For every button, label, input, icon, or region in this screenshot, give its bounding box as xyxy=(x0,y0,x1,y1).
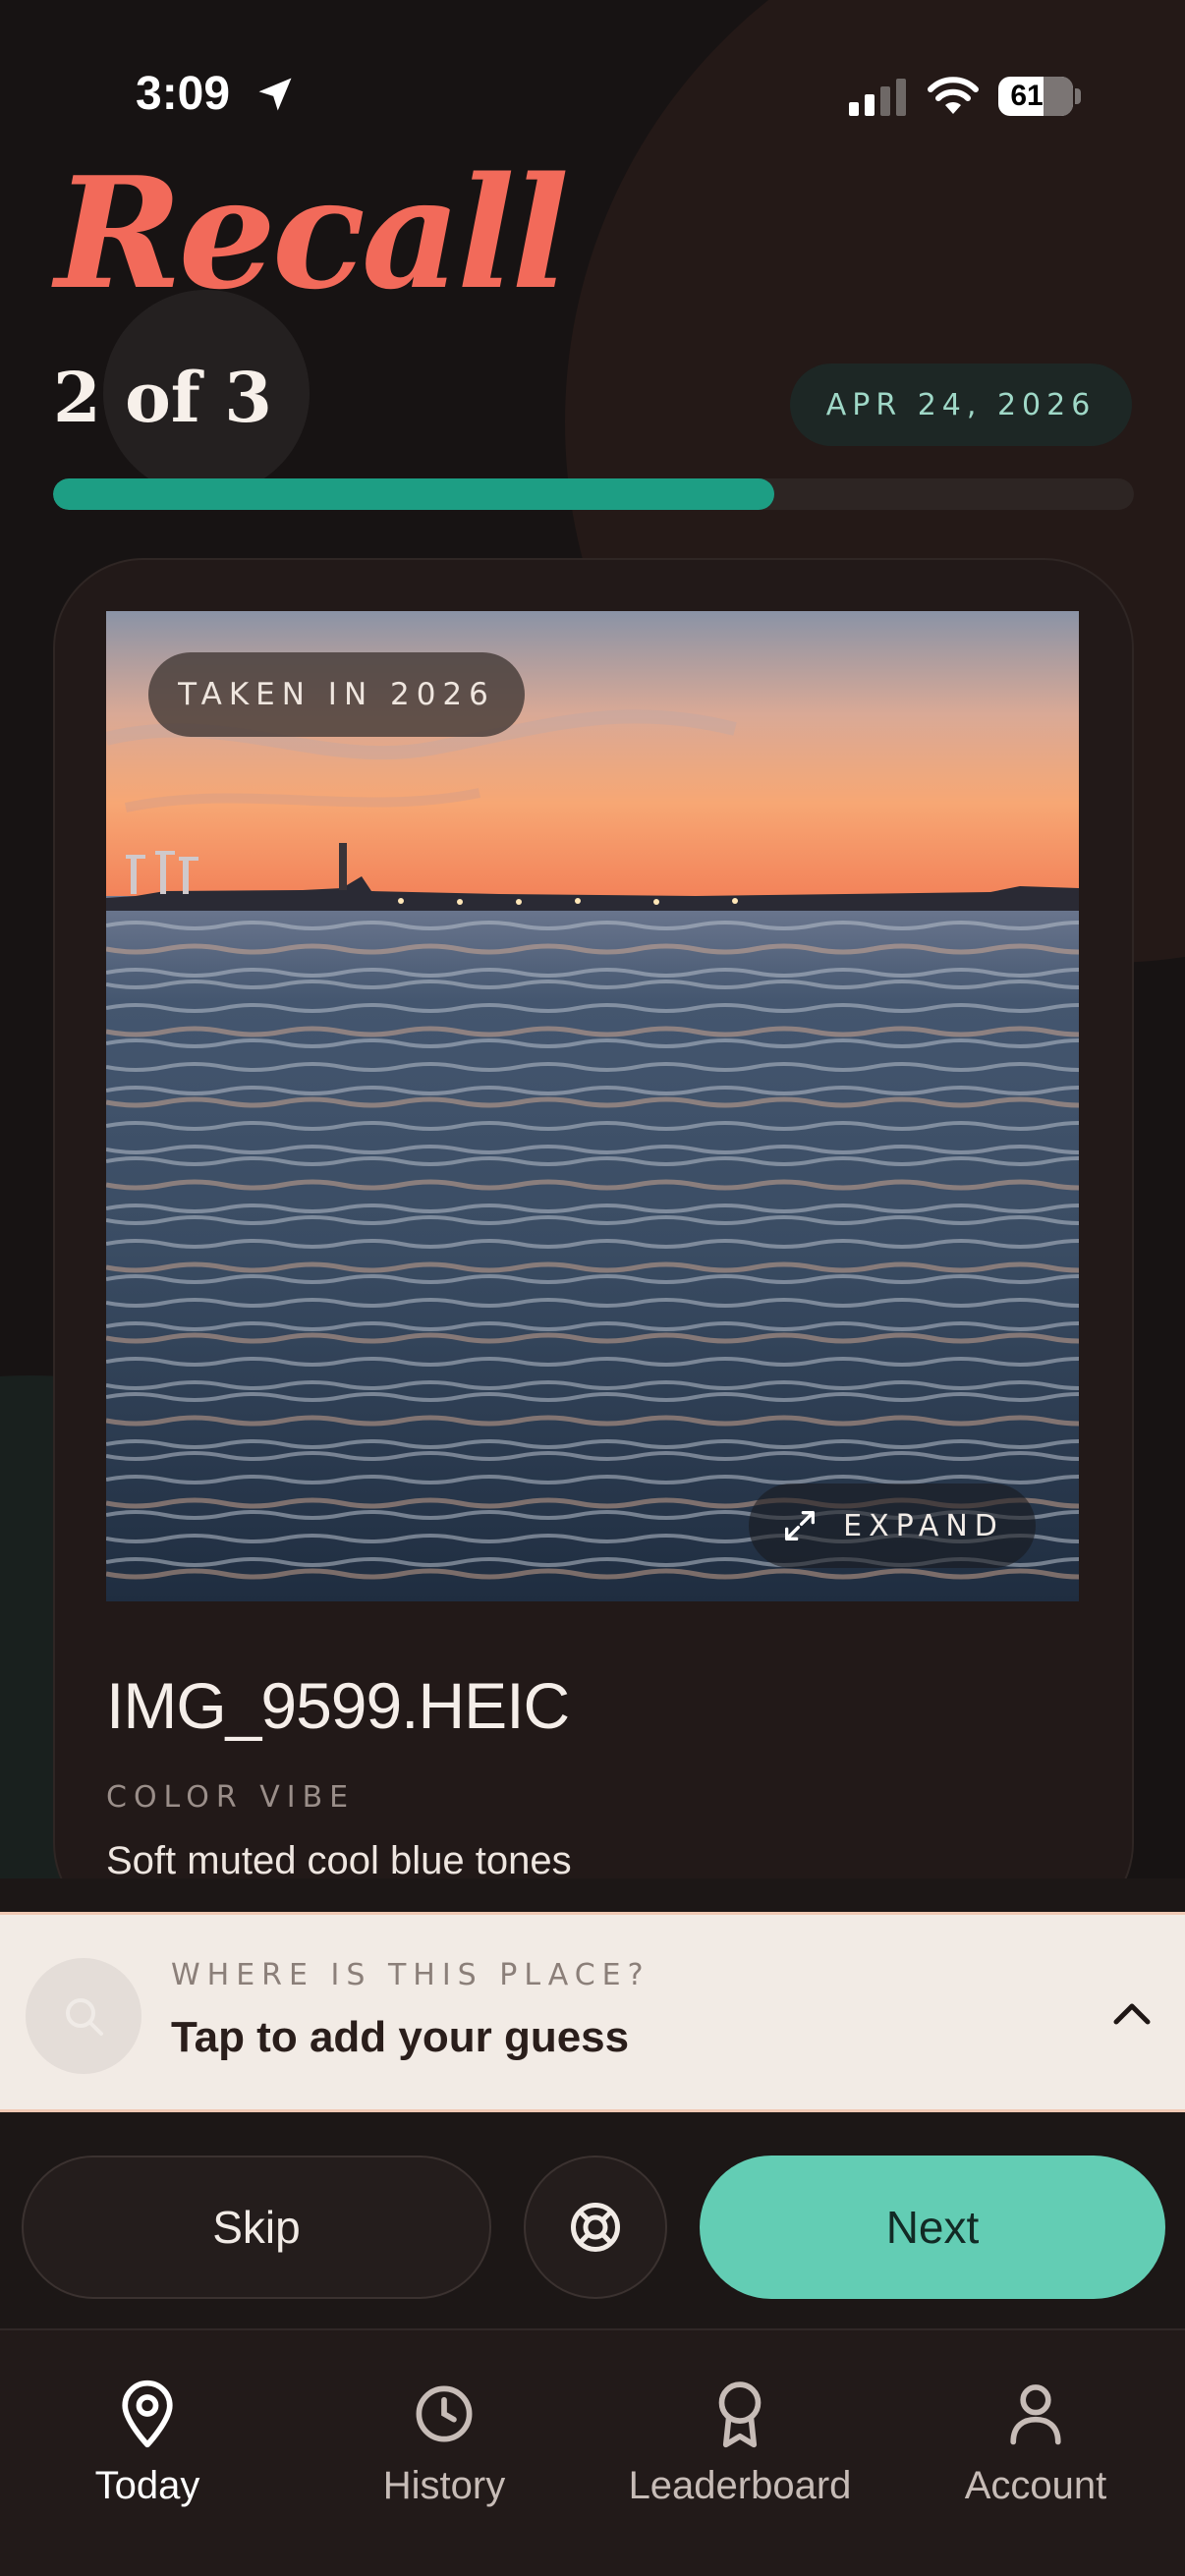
battery-cap xyxy=(1075,88,1081,104)
help-button[interactable] xyxy=(524,2156,667,2299)
tab-account[interactable]: Account xyxy=(918,2378,1154,2508)
expand-button[interactable]: EXPAND xyxy=(749,1484,1036,1568)
tab-leaderboard[interactable]: Leaderboard xyxy=(622,2378,858,2508)
lifebuoy-icon xyxy=(571,2203,620,2252)
guess-prompt[interactable]: Tap to add your guess xyxy=(171,2013,629,2062)
progress-fill xyxy=(53,478,774,510)
clock-icon xyxy=(416,2385,473,2442)
status-time: 3:09 xyxy=(136,68,231,120)
search-icon-circle xyxy=(26,1958,141,2074)
wifi-icon xyxy=(928,77,979,114)
color-vibe-value: Soft muted cool blue tones xyxy=(106,1839,572,1882)
next-button[interactable]: Next xyxy=(700,2156,1165,2299)
award-icon xyxy=(718,2381,762,2448)
guess-panel[interactable]: WHERE IS THIS PLACE? Tap to add your gue… xyxy=(0,1912,1185,2112)
app-title: Recall xyxy=(55,143,569,323)
tab-today[interactable]: Today xyxy=(29,2378,265,2508)
battery-icon: 61 xyxy=(998,77,1073,116)
guess-label: WHERE IS THIS PLACE? xyxy=(171,1958,650,1992)
date-badge: APR 24, 2026 xyxy=(790,364,1132,446)
tab-label: Leaderboard xyxy=(628,2464,852,2507)
photo-filename: IMG_9599.HEIC xyxy=(106,1669,570,1742)
expand-label: EXPAND xyxy=(843,1508,1004,1543)
tab-label: Today xyxy=(94,2464,200,2507)
photo-year-tag: TAKEN IN 2026 xyxy=(148,652,525,737)
tab-label: History xyxy=(382,2464,506,2507)
photo[interactable] xyxy=(106,611,1079,1601)
progress-label: 2 of 3 xyxy=(53,357,272,438)
color-vibe-label: COLOR VIBE xyxy=(106,1780,356,1815)
user-icon xyxy=(1010,2384,1061,2445)
cellular-signal-icon xyxy=(849,79,906,116)
chevron-up-icon[interactable] xyxy=(1110,1998,1154,2028)
map-pin-icon xyxy=(122,2380,173,2448)
battery-level: 61 xyxy=(1010,80,1044,112)
app-screen: 3:09 61 Recall 2 of 3 APR 24, 2026 TAKEN… xyxy=(0,0,1185,2576)
location-arrow-icon xyxy=(258,78,292,111)
expand-icon xyxy=(785,1511,816,1540)
progress-bar xyxy=(53,478,1134,510)
tab-history[interactable]: History xyxy=(326,2378,562,2508)
search-icon xyxy=(66,1998,103,2036)
tab-label: Account xyxy=(964,2464,1107,2507)
skip-button[interactable]: Skip xyxy=(22,2156,491,2299)
photo-scene xyxy=(106,611,1079,1601)
